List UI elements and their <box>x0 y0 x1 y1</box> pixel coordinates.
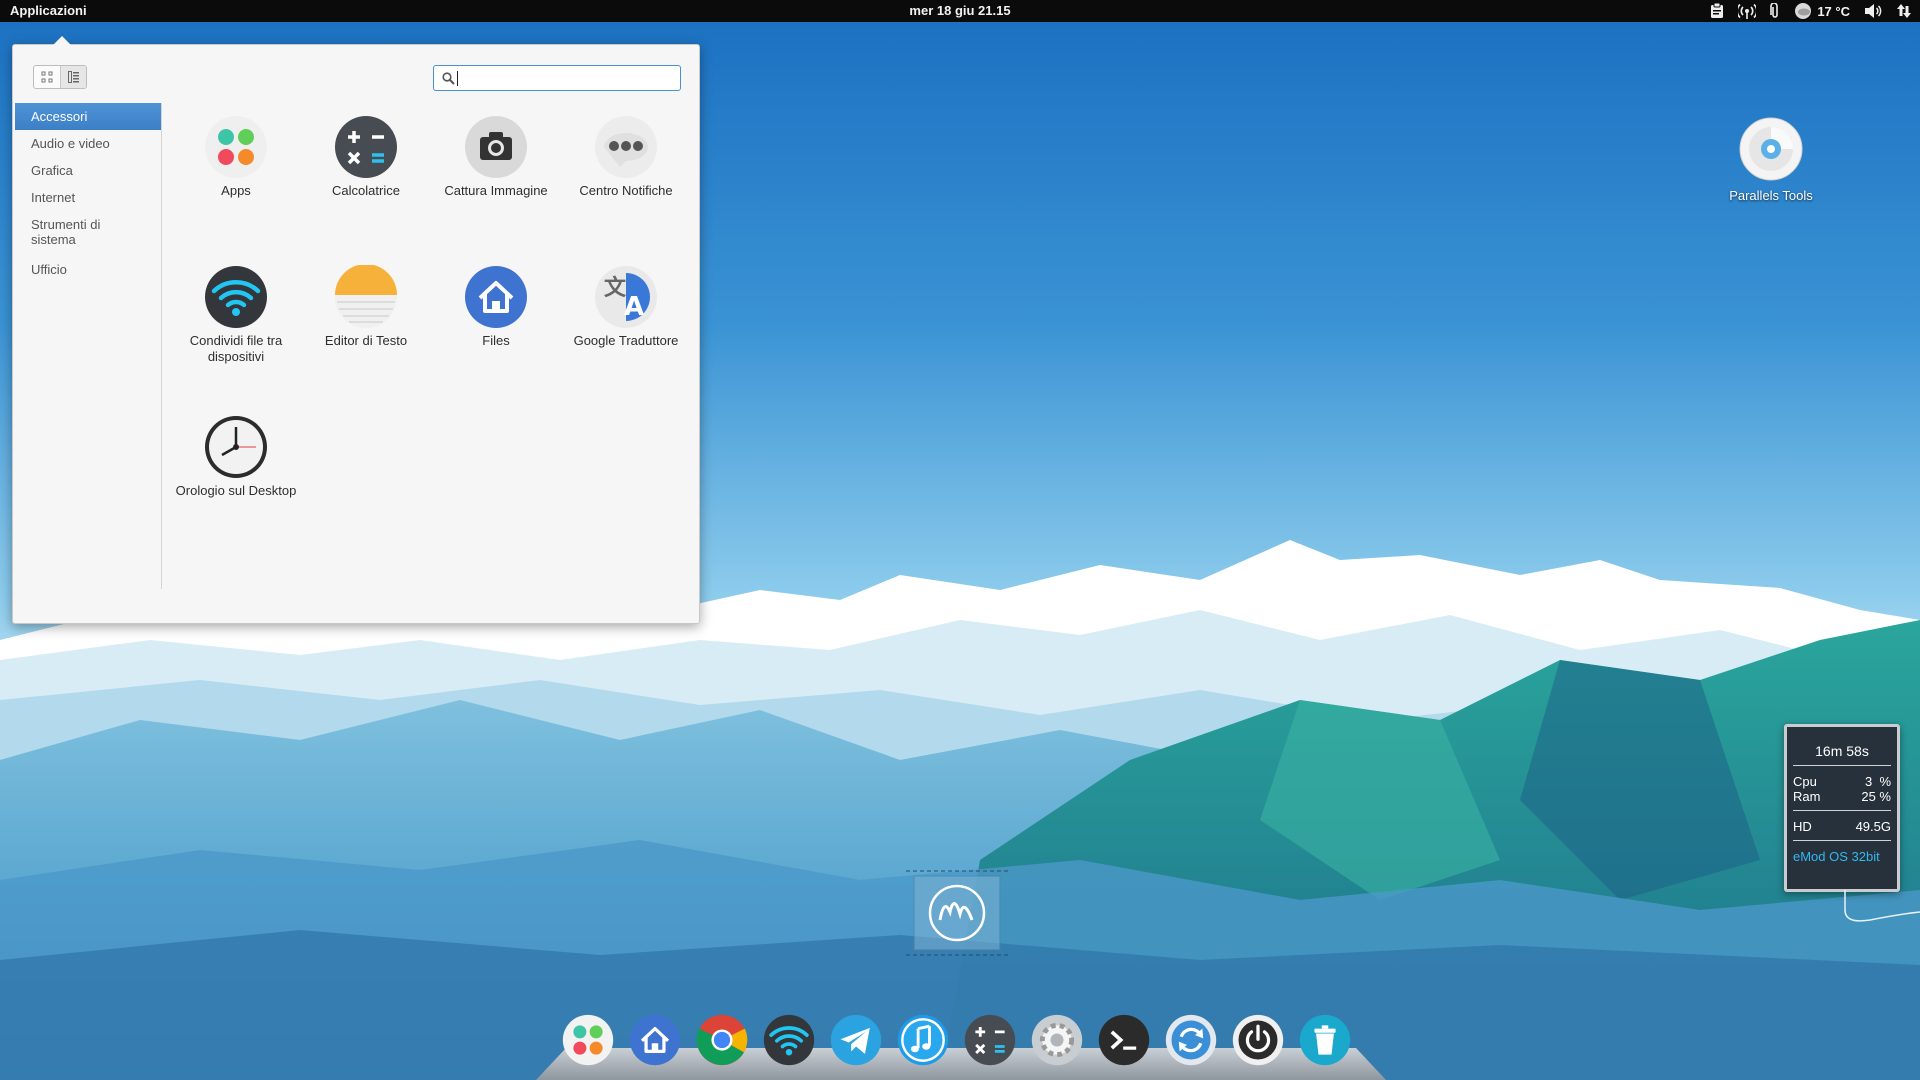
divider <box>1793 765 1891 766</box>
cd-disc-icon <box>1739 117 1803 181</box>
hd-label: HD <box>1793 819 1812 834</box>
category-grafica[interactable]: Grafica <box>15 157 161 184</box>
apps-dots-icon[interactable] <box>562 1014 614 1066</box>
search-input[interactable] <box>464 70 664 86</box>
category-accessori[interactable]: Accessori <box>15 103 161 130</box>
category-list: Accessori Audio e video Grafica Internet… <box>15 103 162 589</box>
terminal-icon[interactable] <box>1098 1014 1150 1066</box>
ram-row: Ram 25 % <box>1787 789 1897 804</box>
search-icon <box>442 71 455 85</box>
indicator-area: 17 °C <box>1710 0 1912 22</box>
app-label: Apps <box>221 183 251 198</box>
app-label: Editor di Testo <box>324 333 408 348</box>
music-icon[interactable] <box>897 1014 949 1066</box>
desktop-icon-parallels-tools[interactable]: Parallels Tools <box>1716 116 1826 203</box>
category-view-icon[interactable] <box>60 66 86 88</box>
search-field[interactable] <box>433 65 681 91</box>
dock <box>562 1014 1351 1074</box>
trash-icon[interactable] <box>1299 1014 1351 1066</box>
translate-icon: 文 A <box>595 266 657 328</box>
wifi-share-icon[interactable] <box>763 1014 815 1066</box>
view-mode-toggle <box>33 65 87 89</box>
app-tile-cattura-immagine[interactable]: Cattura Immagine <box>431 107 561 199</box>
uptime-value: 16m 58s <box>1815 743 1869 759</box>
cpu-label: Cpu <box>1793 774 1817 789</box>
app-label: Files <box>482 333 510 348</box>
volume-icon[interactable] <box>1864 3 1882 19</box>
notification-bubble-icon <box>595 116 657 178</box>
files-home-icon[interactable] <box>629 1014 681 1066</box>
grid-view-icon[interactable] <box>34 66 60 88</box>
category-audio-video[interactable]: Audio e video <box>15 130 161 157</box>
ram-label: Ram <box>1793 789 1821 804</box>
app-label: Google Traduttore <box>573 333 679 348</box>
app-label: Cattura Immagine <box>444 183 548 198</box>
hd-value: 49.5G <box>1855 819 1891 834</box>
category-internet[interactable]: Internet <box>15 184 161 211</box>
app-tile-condividi-file[interactable]: Condividi file tra dispositivi <box>171 257 301 365</box>
system-monitor-widget: 16m 58s Cpu 3 % Ram 25 % HD 49.5G eMod O… <box>1784 724 1900 892</box>
calculator-icon <box>335 116 397 178</box>
clipboard-icon[interactable] <box>1710 3 1724 19</box>
app-tile-centro-notifiche[interactable]: Centro Notifiche <box>561 107 691 199</box>
widget-cable <box>1844 890 1920 922</box>
update-sync-icon[interactable] <box>1165 1014 1217 1066</box>
panel-clock[interactable]: mer 18 giu 21.15 <box>909 3 1010 18</box>
apps-dots-icon <box>205 116 267 178</box>
calculator-icon[interactable] <box>964 1014 1016 1066</box>
panel-clock-container: mer 18 giu 21.15 <box>0 3 1920 18</box>
power-icon[interactable] <box>1232 1014 1284 1066</box>
app-tile-google-traduttore[interactable]: 文 A Google Traduttore <box>561 257 691 349</box>
top-panel: Applicazioni mer 18 giu 21.15 17 °C <box>0 0 1920 22</box>
weather-indicator[interactable]: 17 °C <box>1794 2 1850 20</box>
desktop-logo-icon <box>906 870 1008 956</box>
chrome-icon[interactable] <box>696 1014 748 1066</box>
svg-text:A: A <box>624 292 644 322</box>
os-name: eMod OS 32bit <box>1793 849 1880 864</box>
hd-row: HD 49.5G <box>1787 819 1897 834</box>
desktop-icon-label: Parallels Tools <box>1729 188 1813 203</box>
text-editor-icon <box>335 265 397 328</box>
app-tile-orologio-desktop[interactable]: Orologio sul Desktop <box>171 407 301 499</box>
weather-temperature: 17 °C <box>1817 3 1850 19</box>
app-tile-calcolatrice[interactable]: Calcolatrice <box>301 107 431 199</box>
text-caret <box>457 70 458 86</box>
app-tile-editor-testo[interactable]: Editor di Testo <box>301 257 431 349</box>
app-label: Centro Notifiche <box>579 183 673 198</box>
cpu-value: 3 % <box>1864 774 1891 789</box>
weather-icon <box>1795 3 1812 19</box>
app-tile-files[interactable]: Files <box>431 257 561 349</box>
divider <box>1793 810 1891 811</box>
launcher-pointer <box>53 36 71 45</box>
ram-value: 25 % <box>1861 789 1891 804</box>
clock-icon <box>205 416 267 478</box>
category-ufficio[interactable]: Ufficio <box>15 256 161 283</box>
app-tile-apps[interactable]: Apps <box>171 107 301 199</box>
category-strumenti-sistema[interactable]: Strumenti di sistema <box>15 211 161 256</box>
files-home-icon <box>465 266 527 328</box>
app-label: Calcolatrice <box>332 183 400 198</box>
cpu-row: Cpu 3 % <box>1787 774 1897 789</box>
application-launcher: Accessori Audio e video Grafica Internet… <box>12 36 700 624</box>
app-label: Condividi file tra dispositivi <box>189 333 283 364</box>
app-label: Orologio sul Desktop <box>175 483 297 498</box>
camera-icon <box>465 116 527 178</box>
applications-menu-button[interactable]: Applicazioni <box>10 3 87 18</box>
telegram-icon[interactable] <box>830 1014 882 1066</box>
network-updown-icon[interactable] <box>1896 3 1912 19</box>
wireless-icon[interactable] <box>1738 3 1757 19</box>
settings-gear-icon[interactable] <box>1031 1014 1083 1066</box>
paperclip-icon[interactable] <box>1770 3 1780 19</box>
wifi-share-icon <box>205 266 267 328</box>
